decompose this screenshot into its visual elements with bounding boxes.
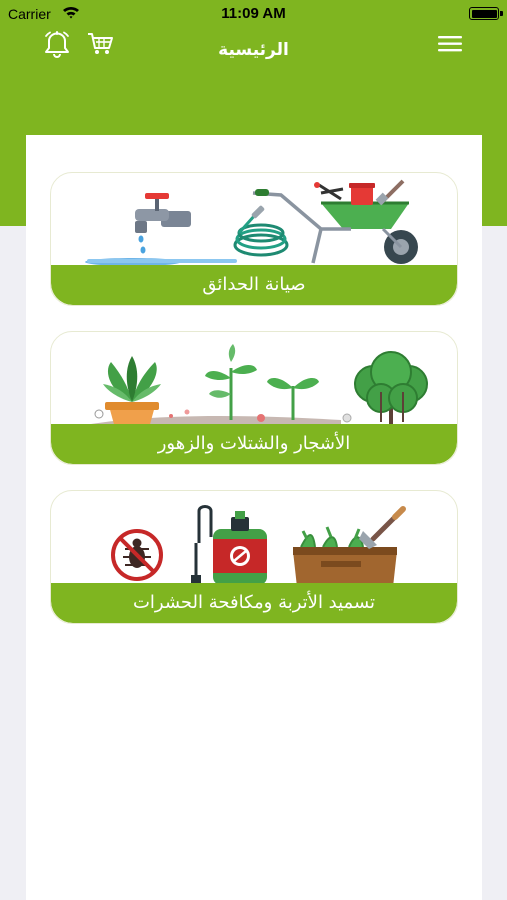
category-label: الأشجار والشتلات والزهور	[51, 424, 457, 464]
category-label: تسميد الأتربة ومكافحة الحشرات	[51, 583, 457, 623]
page-title: الرئيسية	[218, 40, 289, 60]
navigation-bar: الرئيسية	[0, 28, 507, 74]
garden-maintenance-illustration	[85, 179, 418, 266]
category-tile-trees-seedlings-flowers[interactable]: الأشجار والشتلات والزهور	[50, 331, 458, 465]
category-label: صيانة الحدائق	[51, 265, 457, 305]
clock: 11:09 AM	[221, 5, 286, 22]
category-tile-soil-pest-control[interactable]: تسميد الأتربة ومكافحة الحشرات	[50, 490, 458, 624]
battery-icon	[469, 7, 503, 20]
hamburger-menu-icon[interactable]	[433, 29, 467, 63]
soil-fertilizer-pest-control-illustration	[111, 505, 406, 587]
category-tile-garden-maintenance[interactable]: صيانة الحدائق	[50, 172, 458, 306]
trees-seedlings-flowers-illustration	[91, 344, 428, 428]
main-content-card: صيانة الحدائق الأشجار والشتلات والزهور ت…	[26, 135, 482, 900]
status-bar: Carrier 11:09 AM	[0, 0, 507, 28]
